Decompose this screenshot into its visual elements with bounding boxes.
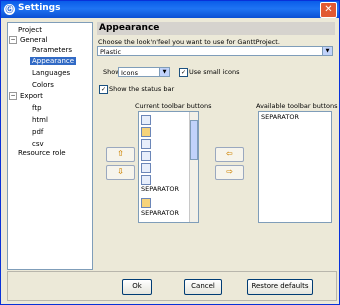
arrow-down-icon: ⇩ bbox=[117, 167, 124, 176]
tree-item-resource-role[interactable]: Resource role bbox=[18, 148, 66, 158]
show-status-bar-checkbox[interactable]: ✓ bbox=[99, 85, 108, 94]
collapse-icon[interactable]: − bbox=[9, 36, 17, 44]
list-item[interactable]: SEPARATOR bbox=[261, 113, 299, 121]
current-toolbar-list[interactable]: SEPARATOR SEPARATOR bbox=[138, 111, 199, 223]
open-folder-icon[interactable] bbox=[141, 127, 151, 137]
show-select[interactable]: Icons ▼ bbox=[118, 67, 170, 77]
cancel-button[interactable]: Cancel bbox=[184, 279, 222, 295]
tree-item-languages[interactable]: Languages bbox=[32, 68, 70, 78]
tree-item-ftp[interactable]: ftp bbox=[32, 103, 42, 113]
ok-button[interactable]: Ok bbox=[122, 279, 152, 295]
app-icon: Ⓖ bbox=[4, 4, 15, 15]
close-button[interactable]: ✕ bbox=[320, 2, 337, 18]
move-left-button[interactable]: ⇦ bbox=[215, 147, 244, 162]
preview-icon[interactable] bbox=[141, 175, 151, 185]
collapse-icon[interactable]: − bbox=[9, 92, 17, 100]
window-title: Settings bbox=[18, 3, 61, 13]
settings-window: Ⓖ Settings ✕ Project − General Parameters… bbox=[0, 0, 340, 305]
current-list-scrollbar[interactable] bbox=[189, 112, 198, 222]
use-small-icons-checkbox[interactable]: ✓ bbox=[179, 68, 188, 77]
use-small-icons-label: Use small icons bbox=[189, 68, 240, 76]
list-item[interactable]: SEPARATOR bbox=[141, 209, 179, 217]
settings-tree: Project − General Parameters Appearance L… bbox=[7, 22, 93, 270]
list-item[interactable]: SEPARATOR bbox=[141, 185, 179, 193]
new-document-icon[interactable] bbox=[141, 115, 151, 125]
tree-item-colors[interactable]: Colors bbox=[32, 80, 54, 90]
print-icon[interactable] bbox=[141, 163, 151, 173]
look-feel-description: Choose the look'n'feel you want to use f… bbox=[98, 38, 280, 46]
chevron-down-icon: ▼ bbox=[159, 68, 169, 76]
save-icon[interactable] bbox=[141, 139, 151, 149]
appearance-panel: Appearance Choose the look'n'feel you wa… bbox=[97, 22, 338, 268]
available-toolbar-label: Available toolbar buttons bbox=[256, 102, 338, 110]
restore-defaults-button[interactable]: Restore defaults bbox=[247, 279, 313, 295]
tree-item-parameters[interactable]: Parameters bbox=[32, 45, 72, 55]
look-feel-select[interactable]: Plastic ▼ bbox=[97, 46, 333, 56]
tree-item-html[interactable]: html bbox=[32, 115, 48, 125]
tree-item-appearance[interactable]: Appearance bbox=[30, 56, 77, 66]
arrow-left-icon: ⇦ bbox=[226, 149, 233, 158]
tree-item-general[interactable]: − General bbox=[9, 35, 48, 45]
save-as-icon[interactable] bbox=[141, 151, 151, 161]
arrow-up-icon: ⇧ bbox=[117, 149, 124, 158]
move-right-button[interactable]: ⇨ bbox=[215, 165, 244, 180]
current-toolbar-label: Current toolbar buttons bbox=[135, 102, 212, 110]
dialog-footer: Ok Cancel Restore defaults bbox=[7, 271, 337, 301]
arrow-right-icon: ⇨ bbox=[226, 167, 233, 176]
scrollbar-thumb[interactable] bbox=[190, 120, 198, 160]
move-up-button[interactable]: ⇧ bbox=[106, 147, 135, 162]
cut-icon[interactable] bbox=[141, 198, 151, 208]
chevron-down-icon: ▼ bbox=[322, 47, 332, 55]
show-status-bar-label: Show the status bar bbox=[109, 85, 175, 93]
tree-item-project[interactable]: Project bbox=[18, 25, 42, 35]
panel-header: Appearance bbox=[97, 22, 335, 35]
available-toolbar-list[interactable]: SEPARATOR bbox=[258, 111, 332, 223]
tree-item-export[interactable]: − Export bbox=[9, 91, 43, 101]
move-down-button[interactable]: ⇩ bbox=[106, 165, 135, 180]
title-bar: Ⓖ Settings ✕ bbox=[1, 1, 339, 18]
tree-item-pdf[interactable]: pdf bbox=[32, 127, 43, 137]
